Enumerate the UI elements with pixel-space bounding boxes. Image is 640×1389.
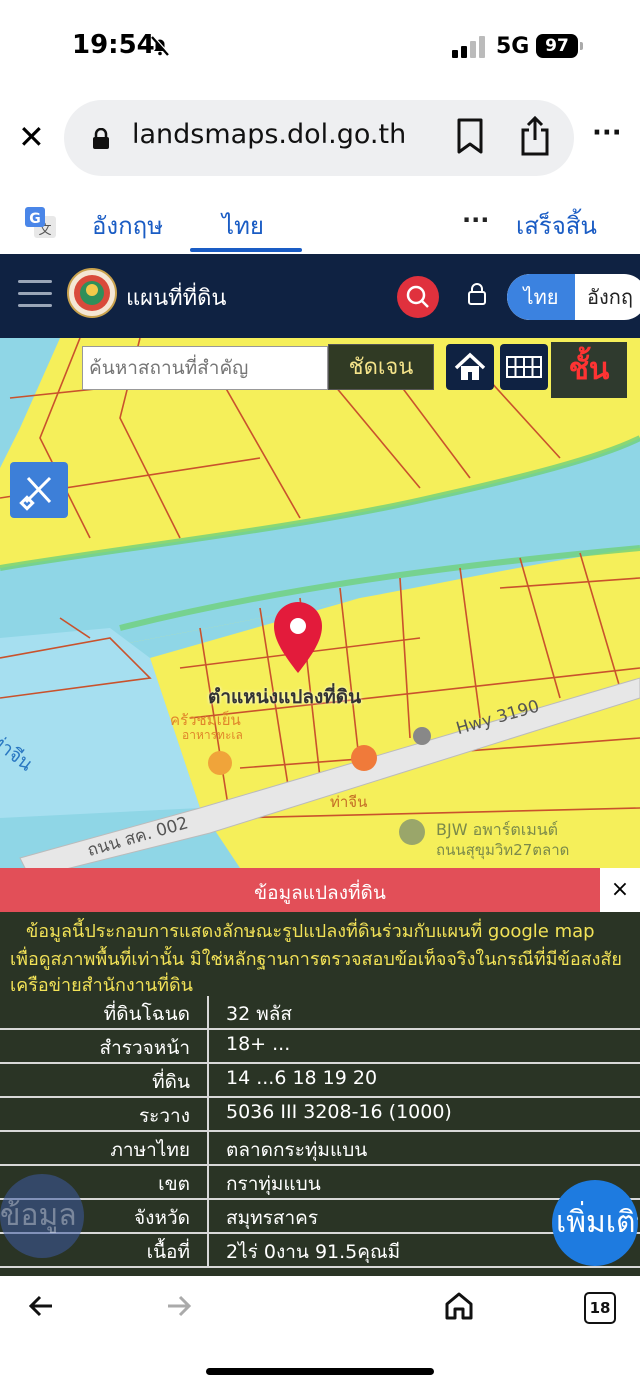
hamburger-menu-icon[interactable] <box>18 280 52 308</box>
more-info-button[interactable]: เพิ่มเติม <box>552 1180 638 1266</box>
table-row: ระวาง 5036 III 3208-16 (1000) <box>0 1098 640 1132</box>
table-row: สำรวจหน้า 18+ ... <box>0 1030 640 1064</box>
row-value: 14 ...6 18 19 20 <box>226 1067 378 1089</box>
row-label: สำรวจหน้า <box>99 1037 190 1059</box>
signal-icon <box>452 36 486 62</box>
apartment-label-2: ถนนสุขุมวิท27ตลาด <box>436 841 570 859</box>
row-label: เนื้อที่ <box>146 1241 190 1263</box>
table-row: จังหวัด สมุทรสาคร <box>0 1200 640 1234</box>
row-value: ตลาดกระทุ่มแบน <box>226 1139 368 1161</box>
table-row: เขต กราทุ่มแบน <box>0 1166 640 1200</box>
food-icon <box>351 745 377 771</box>
tab-english[interactable]: อังกฤษ <box>92 206 163 245</box>
lang-english-option[interactable]: อังกฤ <box>587 274 633 320</box>
info-panel-title: ข้อมูลแปลงที่ดิน <box>254 882 386 904</box>
back-arrow-icon[interactable] <box>28 1294 54 1322</box>
row-value: 18+ ... <box>226 1033 291 1055</box>
status-time: 19:54 <box>72 30 155 60</box>
row-value: สมุทรสาคร <box>226 1207 319 1229</box>
table-row: เนื้อที่ 2ไร่ 0งาน 91.5คุณมี <box>0 1234 640 1268</box>
translate-more-icon[interactable]: ··· <box>462 206 489 234</box>
disclaimer-notice: ข้อมูลนี้ประกอบการแสดงลักษณะรูปแปลงที่ดิ… <box>0 912 640 996</box>
google-translate-icon: 文G <box>24 206 58 244</box>
map-canvas[interactable] <box>0 338 640 868</box>
land-map[interactable]: ตำแหน่งแปลงที่ดิน ท่าจีน ครัวชมเย็น อาหา… <box>0 338 640 868</box>
silent-bell-icon <box>148 34 172 62</box>
battery-cap <box>580 42 583 50</box>
tab-thai[interactable]: ไทย <box>222 206 264 245</box>
row-label: ที่ดิน <box>152 1071 190 1093</box>
row-label: ภาษาไทย <box>110 1139 190 1161</box>
info-fab-button[interactable]: ข้อมูล <box>0 1174 84 1258</box>
row-value: กราทุ่มแบน <box>226 1173 321 1195</box>
clear-search-button[interactable]: ชัดเจน <box>328 344 434 390</box>
share-icon[interactable] <box>519 115 551 160</box>
measure-draw-icon[interactable] <box>10 462 68 518</box>
app-title: แผนที่ที่ดิน <box>126 286 227 311</box>
tab-thai-indicator <box>190 248 302 252</box>
network-type: 5G <box>496 34 530 59</box>
lang-thai-option[interactable]: ไทย <box>507 274 575 320</box>
table-row: ภาษาไทย ตลาดกระทุ่มแบน <box>0 1132 640 1166</box>
grid-icon[interactable] <box>500 344 548 390</box>
url-text[interactable]: landsmaps.dol.go.th <box>132 119 406 150</box>
home-indicator <box>206 1368 434 1375</box>
notice-line-3: เครือข่ายสำนักงานที่ดิน <box>10 975 193 996</box>
restaurant-sub-label: อาหารทะเล <box>182 728 243 742</box>
battery-icon: 97 <box>536 34 578 58</box>
language-toggle[interactable]: ไทย อังกฤ <box>507 274 640 320</box>
layer-button[interactable]: ชั้น <box>551 342 627 398</box>
row-value: 32 พลัส <box>226 1003 292 1025</box>
department-logo <box>67 268 117 318</box>
row-value: 2ไร่ 0งาน 91.5คุณมี <box>226 1241 401 1263</box>
home-icon[interactable] <box>446 344 494 390</box>
land-info-table: ที่ดินโฉนด 32 พลัส สำรวจหน้า 18+ ... ที่ดิ… <box>0 996 640 1276</box>
lock-icon <box>92 127 110 154</box>
map-search-input[interactable] <box>82 346 328 390</box>
place-icon <box>413 727 431 745</box>
row-label: เขต <box>158 1173 190 1195</box>
place-label: ท่าจีน <box>330 793 368 811</box>
row-label: จังหวัด <box>134 1207 190 1229</box>
close-icon[interactable]: ✕ <box>18 118 45 156</box>
row-label: ที่ดินโฉนด <box>103 1003 190 1025</box>
water-area <box>0 338 60 468</box>
row-value: 5036 III 3208-16 (1000) <box>226 1101 452 1123</box>
search-icon[interactable] <box>397 276 439 318</box>
home-icon[interactable] <box>443 1290 475 1326</box>
more-menu-icon[interactable]: ··· <box>592 118 622 148</box>
notice-line-2: เพื่อดูสภาพพื้นที่เท่านั้น มิใช่หลักฐานก… <box>10 949 622 970</box>
translate-done-button[interactable]: เสร็จสิ้น <box>516 206 597 245</box>
table-row: ที่ดิน 14 ...6 18 19 20 <box>0 1064 640 1098</box>
forward-arrow-icon[interactable] <box>166 1294 192 1322</box>
login-lock-icon[interactable] <box>467 282 487 310</box>
svg-text:G: G <box>29 211 41 227</box>
close-panel-button[interactable]: × <box>600 868 640 912</box>
bookmark-icon[interactable] <box>455 118 485 158</box>
tabs-count-button[interactable]: 18 <box>584 1292 616 1324</box>
table-row: ที่ดินโฉนด 32 พลัส <box>0 996 640 1030</box>
row-label: ระวาง <box>138 1105 190 1127</box>
location-marker-icon <box>274 602 322 673</box>
restaurant-icon <box>208 751 232 775</box>
notice-line-1: ข้อมูลนี้ประกอบการแสดงลักษณะรูปแปลงที่ดิ… <box>26 921 595 942</box>
apartment-icon <box>399 819 425 845</box>
